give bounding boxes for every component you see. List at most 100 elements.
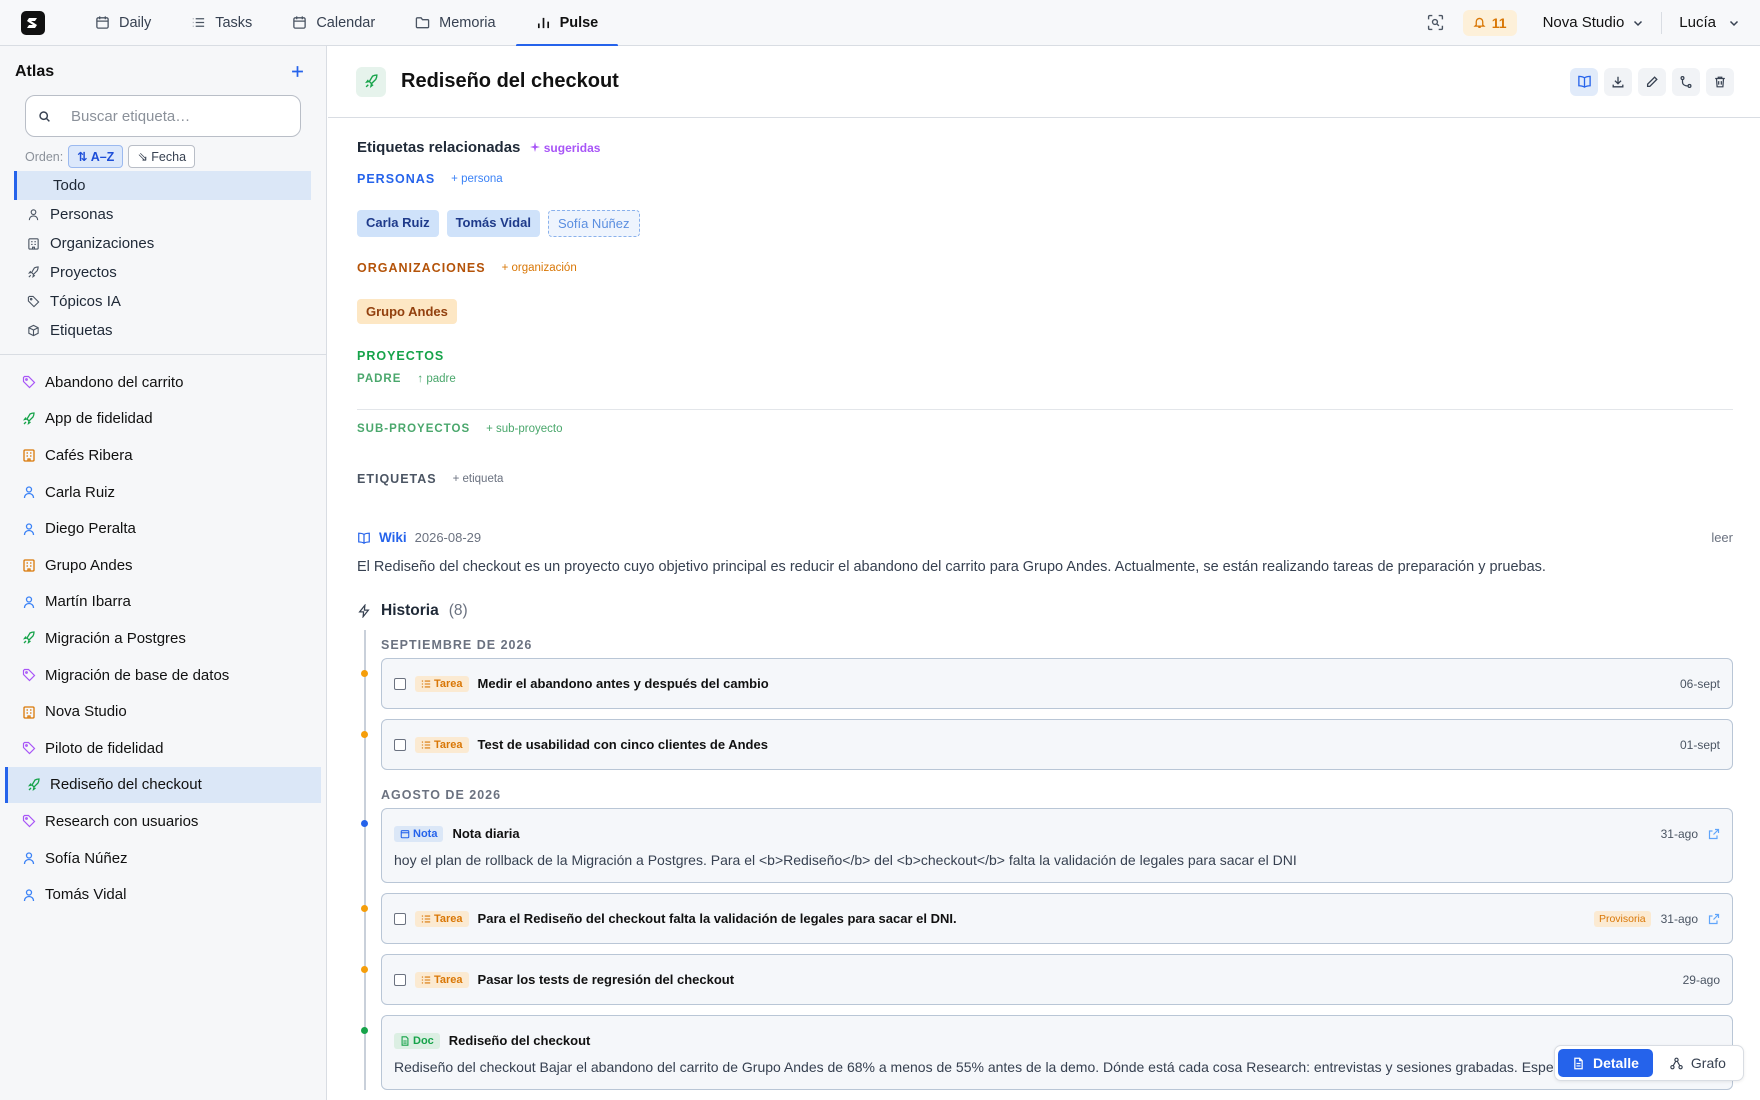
entry-title: Pasar los tests de regresión del checkou… xyxy=(477,972,735,987)
task-checkbox[interactable] xyxy=(394,973,406,986)
delete-button[interactable] xyxy=(1706,67,1734,96)
tab-memoria[interactable]: Memoria xyxy=(395,0,515,46)
sidebar-tag-item[interactable]: Migración a Postgres xyxy=(0,620,326,657)
category-organizaciones[interactable]: Organizaciones xyxy=(0,229,326,258)
tab-label: Daily xyxy=(119,14,152,31)
sidebar-tag-item[interactable]: App de fidelidad xyxy=(0,401,326,438)
etiquetas-group: ETIQUETAS + etiqueta xyxy=(357,472,1733,486)
tag-kind-icon xyxy=(22,522,36,536)
sidebar-tag-label: Nova Studio xyxy=(45,703,127,721)
category-todo[interactable]: Todo xyxy=(14,171,311,200)
chevron-down-icon xyxy=(1729,20,1739,26)
add-parent-button[interactable]: ↑ padre xyxy=(417,373,455,385)
task-checkbox[interactable] xyxy=(394,677,406,690)
scan-button[interactable] xyxy=(1423,10,1449,36)
org-pill[interactable]: Grupo Andes xyxy=(357,299,457,324)
user-menu[interactable]: Lucía xyxy=(1679,14,1740,31)
category-etiquetas[interactable]: Etiquetas xyxy=(0,316,326,345)
sidebar-tag-item[interactable]: Research con usuarios xyxy=(0,803,326,840)
add-persona-button[interactable]: + persona xyxy=(451,173,502,185)
history-entry[interactable]: Tarea Medir el abandono antes y después d… xyxy=(361,658,1733,709)
entry-type-badge: Tarea xyxy=(415,971,469,988)
person-icon xyxy=(23,596,35,608)
sidebar-tag-item[interactable]: Martín Ibarra xyxy=(0,584,326,621)
entry-body: Rediseño del checkout Bajar el abandono … xyxy=(394,1059,1578,1075)
app-logo[interactable] xyxy=(21,10,45,35)
edit-button[interactable] xyxy=(1638,67,1666,96)
tab-tasks[interactable]: Tasks xyxy=(171,0,272,46)
sidebar-tag-label: App de fidelidad xyxy=(45,410,153,428)
history-entry[interactable]: Nota Nota diaria 31-ago hoy el plan de roll… xyxy=(361,808,1733,883)
search-input[interactable] xyxy=(71,107,271,125)
header-actions xyxy=(1570,67,1734,96)
add-tag-button[interactable] xyxy=(291,62,304,82)
task-checkbox[interactable] xyxy=(394,912,406,925)
category-personas[interactable]: Personas xyxy=(0,200,326,229)
tag-icon xyxy=(22,815,36,828)
calendar-icon xyxy=(293,16,307,29)
sidebar-tag-item[interactable]: Piloto de fidelidad xyxy=(0,730,326,767)
notifications-button[interactable]: 11 xyxy=(1462,9,1517,36)
add-subproject-button[interactable]: + sub-proyecto xyxy=(486,423,562,435)
entry-type-badge: Tarea xyxy=(415,675,469,692)
timeline-dot xyxy=(361,905,368,912)
tab-daily[interactable]: Daily xyxy=(75,0,171,46)
add-org-button[interactable]: + organización xyxy=(502,262,577,274)
wiki-label[interactable]: Wiki xyxy=(379,530,407,545)
entry-date: 01-sept xyxy=(1679,737,1720,752)
sidebar-tag-item[interactable]: Grupo Andes xyxy=(0,547,326,584)
subprojects-group: SUB-PROYECTOS + sub-proyecto xyxy=(357,423,1733,435)
sidebar-tag-item[interactable]: Abandono del carrito xyxy=(0,364,326,401)
persona-pill[interactable]: Tomás Vidal xyxy=(446,210,540,237)
persona-pill[interactable]: Carla Ruiz xyxy=(357,210,439,237)
history-entry[interactable]: Tarea Para el Rediseño del checkout falta… xyxy=(361,893,1733,944)
history-entry[interactable]: Tarea Test de usabilidad con cinco client… xyxy=(361,719,1733,770)
tab-calendar[interactable]: Calendar xyxy=(272,0,395,46)
category-label: Tópicos IA xyxy=(50,293,121,310)
category-proyectos[interactable]: Proyectos xyxy=(0,258,326,287)
sidebar-tag-item[interactable]: Tomás Vidal xyxy=(0,876,326,913)
sidebar-tag-item[interactable]: Carla Ruiz xyxy=(0,474,326,511)
book-open-icon xyxy=(1577,75,1591,88)
list-icon xyxy=(193,18,205,27)
sidebar-tag-item[interactable]: Cafés Ribera xyxy=(0,437,326,474)
add-etiqueta-button[interactable]: + etiqueta xyxy=(453,473,504,485)
view-toggle: Detalle Grafo xyxy=(1554,1045,1744,1081)
history-entry[interactable]: Tarea Pasar los tests de regresión del ch… xyxy=(361,954,1733,1005)
history-entry[interactable]: Doc Rediseño del checkout Rediseño del che… xyxy=(361,1015,1733,1090)
personas-group: PERSONAS + persona xyxy=(357,172,1733,186)
tab-pulse[interactable]: Pulse xyxy=(515,0,619,47)
detail-view-button[interactable]: Detalle xyxy=(1558,1049,1653,1077)
suggested-link[interactable]: sugeridas xyxy=(530,141,600,155)
entry-title: Nota diaria xyxy=(452,826,520,841)
read-link[interactable]: leer xyxy=(1711,530,1733,545)
external-link-icon[interactable] xyxy=(1708,828,1720,840)
wiki-button[interactable] xyxy=(1570,67,1598,96)
category-topicos-ia[interactable]: Tópicos IA xyxy=(0,287,326,316)
orgs-label: ORGANIZACIONES xyxy=(357,261,486,275)
scan-icon xyxy=(1428,14,1444,31)
graph-view-button[interactable]: Grafo xyxy=(1656,1049,1740,1077)
sort-az-button[interactable]: ⇅ A–Z xyxy=(68,145,124,168)
rocket-icon xyxy=(27,778,40,791)
sidebar-tag-item[interactable]: Rediseño del checkout xyxy=(5,766,321,804)
person-icon xyxy=(23,888,35,901)
sidebar-tag-item[interactable]: Sofía Núñez xyxy=(0,840,326,877)
plus-icon xyxy=(292,66,303,77)
projects-group: PROYECTOS xyxy=(357,349,1733,363)
sidebar-tag-item[interactable]: Diego Peralta xyxy=(0,510,326,547)
parent-label: PADRE xyxy=(357,373,402,385)
merge-button[interactable] xyxy=(1672,67,1700,96)
external-link-icon[interactable] xyxy=(1708,913,1720,925)
entry-type-label: Tarea xyxy=(434,973,463,986)
sort-date-button[interactable]: ⇘ Fecha xyxy=(128,145,196,168)
sidebar-tag-item[interactable]: Nova Studio xyxy=(0,693,326,730)
entry-date: 31-ago xyxy=(1660,826,1698,841)
download-button[interactable] xyxy=(1604,67,1632,96)
task-checkbox[interactable] xyxy=(394,738,406,751)
history-timeline: SEPTIEMBRE DE 2026 Tarea Medir el abandono… xyxy=(361,630,1733,1090)
tag-kind-icon xyxy=(22,668,36,682)
workspace-switcher[interactable]: Nova Studio xyxy=(1543,14,1645,31)
suggested-persona-pill[interactable]: Sofía Núñez xyxy=(547,210,640,237)
sidebar-tag-item[interactable]: Migración de base de datos xyxy=(0,657,326,694)
